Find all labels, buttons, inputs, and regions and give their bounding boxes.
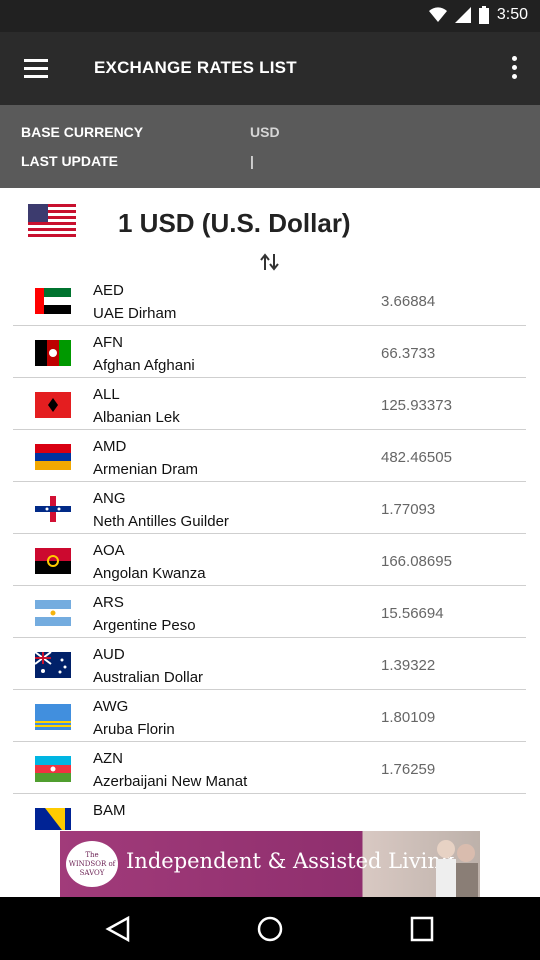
- currency-rate: 166.08695: [381, 553, 452, 570]
- currency-rate: 3.66884: [381, 293, 436, 310]
- currency-rate: 125.93373: [381, 397, 452, 414]
- list-item[interactable]: ARS Argentine Peso 15.56694: [13, 586, 526, 638]
- ad-text: Independent & Assisted Living: [126, 849, 455, 873]
- currency-name: Angolan Kwanza: [93, 565, 206, 582]
- currency-name: Australian Dollar: [93, 669, 204, 686]
- currency-code: ALL: [93, 386, 120, 403]
- more-vert-icon[interactable]: [504, 52, 524, 86]
- currency-name: Argentine Peso: [93, 617, 196, 634]
- swap-vertical-icon[interactable]: [259, 252, 281, 272]
- currency-rate: 1.77093: [381, 501, 436, 518]
- page-title: EXCHANGE RATES LIST: [94, 58, 297, 77]
- list-item[interactable]: AOA Angolan Kwanza 166.08695: [13, 534, 526, 586]
- bosnia-flag-icon: [35, 808, 71, 830]
- currency-rate: 1.39322: [381, 657, 436, 674]
- hamburger-menu-icon[interactable]: [18, 54, 54, 84]
- aruba-flag-icon: [35, 704, 71, 730]
- list-item[interactable]: ALL Albanian Lek 125.93373: [13, 378, 526, 430]
- currency-name: Aruba Florin: [93, 721, 175, 738]
- currency-code: ARS: [93, 594, 124, 611]
- base-currency-label: BASE CURRENCY: [21, 124, 144, 140]
- last-update-value: |: [250, 153, 254, 169]
- base-currency-title: 1 USD (U.S. Dollar): [118, 208, 351, 238]
- info-panel: BASE CURRENCY USD LAST UPDATE |: [0, 105, 540, 188]
- list-item[interactable]: AFN Afghan Afghani 66.3733: [13, 326, 526, 378]
- albania-flag-icon: [35, 392, 71, 418]
- australia-flag-icon: [35, 652, 71, 678]
- home-circle-icon[interactable]: [250, 915, 290, 943]
- currency-code: AMD: [93, 438, 127, 455]
- currency-code: ANG: [93, 490, 126, 507]
- back-triangle-icon[interactable]: [98, 915, 138, 943]
- last-update-label: LAST UPDATE: [21, 153, 118, 169]
- uae-flag-icon: [35, 288, 71, 314]
- currency-rate: 1.76259: [381, 761, 436, 778]
- status-icons: 3:50: [428, 6, 528, 24]
- currency-code: AOA: [93, 542, 125, 559]
- argentina-flag-icon: [35, 600, 71, 626]
- currency-name: Neth Antilles Guilder: [93, 513, 229, 530]
- signal-icon: [454, 7, 471, 23]
- azerbaijan-flag-icon: [35, 756, 71, 782]
- rates-content: 1 USD (U.S. Dollar) AED UAE Dirham 3.668…: [0, 188, 540, 830]
- currency-code: AWG: [93, 698, 129, 715]
- recents-square-icon[interactable]: [402, 915, 442, 943]
- status-time: 3:50: [496, 6, 528, 23]
- currency-code: AED: [93, 282, 124, 299]
- currency-name: Azerbaijani New Manat: [93, 773, 248, 790]
- list-item[interactable]: AWG Aruba Florin 1.80109: [13, 690, 526, 742]
- currency-name: UAE Dirham: [93, 305, 177, 322]
- app-toolbar: EXCHANGE RATES LIST: [0, 32, 540, 105]
- us-flag-icon: [28, 204, 76, 240]
- list-item[interactable]: AZN Azerbaijani New Manat 1.76259: [13, 742, 526, 794]
- afghanistan-flag-icon: [35, 340, 71, 366]
- base-currency-value: USD: [250, 124, 280, 140]
- currency-code: AUD: [93, 646, 125, 663]
- currency-name: Armenian Dram: [93, 461, 199, 478]
- currency-code: AZN: [93, 750, 123, 767]
- list-item[interactable]: AUD Australian Dollar 1.39322: [13, 638, 526, 690]
- rates-list: AED UAE Dirham 3.66884 AFN Afghan Afghan…: [13, 274, 526, 830]
- ad-area: The WINDSOR of SAVOY Independent & Assis…: [0, 830, 540, 897]
- ad-banner[interactable]: The WINDSOR of SAVOY Independent & Assis…: [60, 831, 480, 897]
- netherlands-antilles-flag-icon: [35, 496, 71, 522]
- currency-name: Afghan Afghani: [93, 357, 195, 374]
- battery-icon: [478, 6, 489, 24]
- currency-rate: 482.46505: [381, 449, 452, 466]
- status-bar: 3:50: [0, 0, 540, 32]
- ad-people-image: [436, 840, 478, 897]
- wifi-icon: [428, 7, 447, 23]
- navigation-bar: [0, 897, 540, 960]
- currency-code: AFN: [93, 334, 123, 351]
- currency-name: Albanian Lek: [93, 409, 180, 426]
- currency-rate: 66.3733: [381, 345, 436, 362]
- list-item[interactable]: ANG Neth Antilles Guilder 1.77093: [13, 482, 526, 534]
- list-item[interactable]: BAM: [13, 794, 526, 830]
- list-item[interactable]: AED UAE Dirham 3.66884: [13, 274, 526, 326]
- armenia-flag-icon: [35, 444, 71, 470]
- currency-rate: 15.56694: [381, 605, 444, 622]
- currency-code: BAM: [93, 802, 126, 819]
- angola-flag-icon: [35, 548, 71, 574]
- currency-rate: 1.80109: [381, 709, 436, 726]
- ad-logo: The WINDSOR of SAVOY: [66, 841, 118, 887]
- list-item[interactable]: AMD Armenian Dram 482.46505: [13, 430, 526, 482]
